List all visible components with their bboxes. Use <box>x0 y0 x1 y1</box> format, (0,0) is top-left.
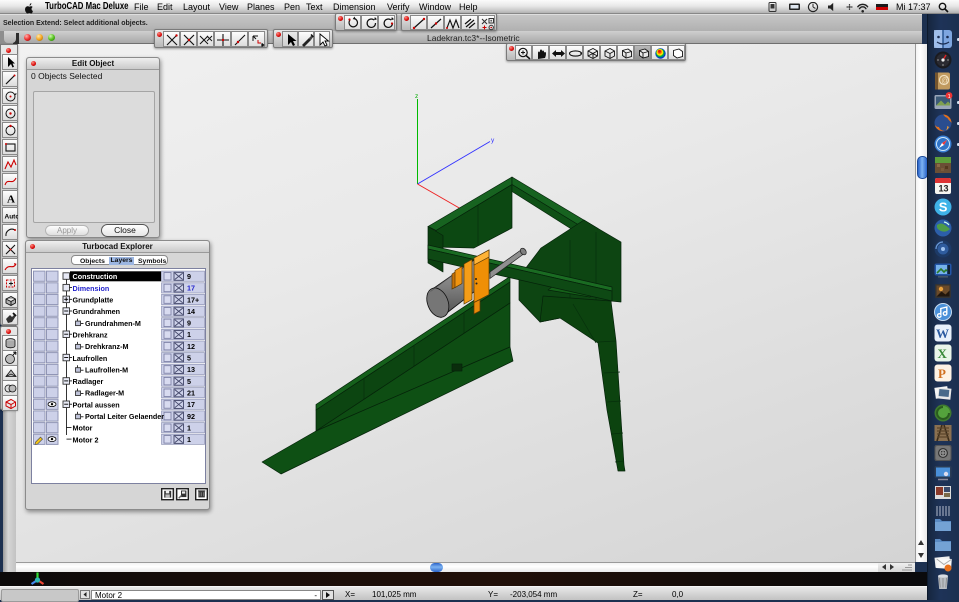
svg-text:Drehkranz: Drehkranz <box>73 331 109 340</box>
svg-text:13: 13 <box>187 365 195 374</box>
svg-text:13: 13 <box>939 184 949 194</box>
svg-text:12: 12 <box>187 342 195 351</box>
svg-text:Motor: Motor <box>73 424 93 433</box>
svg-text:14: 14 <box>187 307 195 316</box>
svg-text:1: 1 <box>948 94 951 100</box>
svg-text:z: z <box>415 93 418 100</box>
svg-text:Drehkranz-M: Drehkranz-M <box>85 342 129 351</box>
svg-text:W: W <box>936 326 949 341</box>
svg-text:Dimension: Dimension <box>73 284 110 293</box>
svg-text:Auto: Auto <box>5 214 19 221</box>
svg-text:Grundrahmen-M: Grundrahmen-M <box>85 319 141 328</box>
svg-text:Grundrahmen: Grundrahmen <box>73 307 121 316</box>
svg-text:92: 92 <box>187 412 195 421</box>
svg-text:X: X <box>938 346 948 361</box>
svg-text:1: 1 <box>187 330 191 339</box>
svg-text:9: 9 <box>187 319 191 328</box>
svg-text:17: 17 <box>187 400 195 409</box>
svg-text:1: 1 <box>187 435 191 444</box>
svg-text:5: 5 <box>187 377 191 386</box>
svg-text:Portal aussen: Portal aussen <box>73 400 120 409</box>
svg-text:Laufrollen-M: Laufrollen-M <box>85 365 128 374</box>
svg-text:S: S <box>939 200 948 215</box>
svg-text:Construction: Construction <box>73 272 118 281</box>
svg-text:Portal Leiter Gelaender: Portal Leiter Gelaender <box>85 412 164 421</box>
svg-text:Radlager-M: Radlager-M <box>85 389 124 398</box>
svg-text:17+: 17+ <box>187 295 199 304</box>
svg-text:21: 21 <box>187 389 195 398</box>
svg-text:P: P <box>938 366 946 381</box>
svg-text:Radlager: Radlager <box>73 377 104 386</box>
svg-text:y: y <box>491 137 495 144</box>
svg-text:Motor 2: Motor 2 <box>73 435 99 444</box>
svg-text:A: A <box>7 194 15 206</box>
svg-text:9: 9 <box>187 272 191 281</box>
svg-text:1: 1 <box>187 424 191 433</box>
svg-text:17: 17 <box>187 284 195 293</box>
svg-text:5: 5 <box>187 354 191 363</box>
svg-text:Laufrollen: Laufrollen <box>73 354 108 363</box>
svg-text:Grundplatte: Grundplatte <box>73 296 114 305</box>
svg-text:@: @ <box>941 76 949 85</box>
